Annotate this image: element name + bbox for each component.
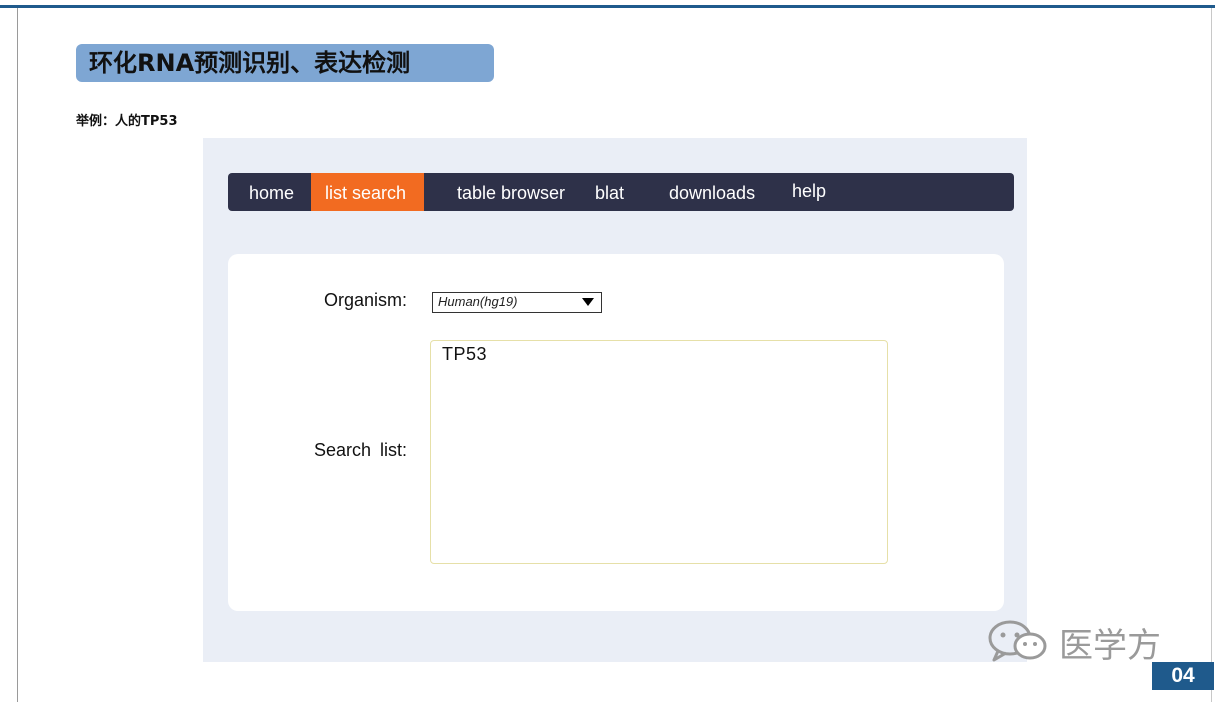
search-form-card: Organism: Human(hg19) Search list: TP53 xyxy=(228,254,1004,611)
search-list-textarea[interactable]: TP53 xyxy=(430,340,888,564)
chevron-down-icon xyxy=(582,298,594,306)
wechat-icon xyxy=(988,620,1047,662)
watermark: 医学方 xyxy=(986,618,1176,666)
left-rule xyxy=(17,8,18,702)
organism-select-value: Human(hg19) xyxy=(438,294,518,309)
organism-label: Organism: xyxy=(324,290,408,310)
nav-downloads[interactable]: downloads xyxy=(669,173,755,211)
watermark-text: 医学方 xyxy=(1059,626,1161,666)
search-list-value: TP53 xyxy=(442,344,488,364)
embedded-screenshot: home list search table browser blat down… xyxy=(203,138,1027,662)
nav-blat[interactable]: blat xyxy=(595,173,624,211)
top-rule xyxy=(0,5,1215,8)
nav-table-browser[interactable]: table browser xyxy=(457,173,565,211)
page-number-badge: 04 xyxy=(1152,662,1214,690)
organism-select[interactable]: Human(hg19) xyxy=(432,292,602,313)
nav-help[interactable]: help xyxy=(792,171,826,209)
slide-title: 环化RNA预测识别、表达检测 xyxy=(76,44,494,82)
nav-list-search[interactable]: list search xyxy=(311,173,424,211)
example-label: 举例：人的TP53 xyxy=(76,114,178,129)
search-list-label: Search list: xyxy=(314,440,408,460)
right-rule xyxy=(1211,8,1212,702)
nav-home[interactable]: home xyxy=(249,173,294,211)
nav-bar: home list search table browser blat down… xyxy=(228,173,1014,211)
